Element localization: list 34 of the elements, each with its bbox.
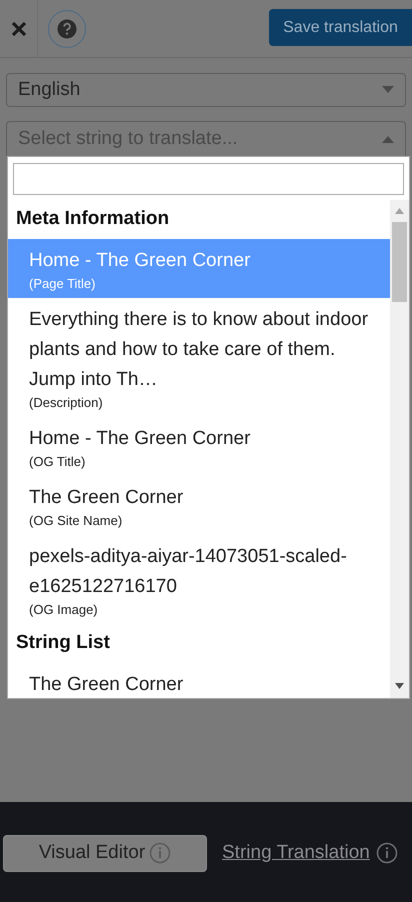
search-field[interactable] <box>13 163 404 195</box>
editor-tab[interactable]: String Translation <box>222 838 398 868</box>
option-text: Home - The Green Corner <box>29 427 252 451</box>
option-text: pexels-aditya-aiyar-14073051-scaled-e1625122716170 <box>29 545 348 599</box>
info-icon <box>376 842 398 864</box>
string-option[interactable]: The Green Corner <box>8 663 390 698</box>
option-type: (OG Image) <box>29 602 99 618</box>
info-icon <box>149 842 172 864</box>
string-option[interactable]: Everything there is to know about indoor plants and how to take care of them. Jump into Th… (Description) <box>8 298 390 417</box>
option-type: (OG Title) <box>29 454 86 470</box>
dropdown-caret-icon <box>382 86 394 94</box>
scroll-down-icon[interactable] <box>395 683 404 689</box>
option-type: (Page Title) <box>29 276 96 292</box>
help-icon <box>57 18 77 38</box>
editor-tab[interactable]: Visual Editor <box>3 834 207 872</box>
string-option[interactable]: The Green Corner (OG Site Name) <box>8 476 390 535</box>
scroll-up-icon[interactable] <box>395 208 404 214</box>
string-option[interactable]: Home - The Green Corner (OG Title) <box>8 417 390 476</box>
option-type: (OG Site Name) <box>29 513 124 529</box>
option-text: The Green Corner <box>29 486 184 510</box>
language-select[interactable]: English <box>6 73 406 107</box>
group-heading: Meta Information <box>15 207 170 232</box>
dropdown-caret-icon <box>382 135 394 143</box>
close-icon <box>10 20 26 36</box>
group-heading: String List <box>15 631 111 656</box>
save-translation-button[interactable]: Save translation <box>269 9 412 46</box>
scroll-thumb[interactable] <box>392 222 407 302</box>
string-option[interactable]: Home - The Green Corner (Page Title) <box>8 239 390 298</box>
option-text: The Green Corner <box>29 673 184 697</box>
help-button[interactable] <box>48 10 86 48</box>
option-type: (Description) <box>29 395 104 411</box>
option-text: Everything there is to know about indoor plants and how to take care of them. Jump into Th… <box>29 308 370 392</box>
string-option[interactable]: pexels-aditya-aiyar-14073051-scaled-e1625122716170 (OG Image) <box>8 535 390 624</box>
option-text: Home - The Green Corner <box>29 249 252 273</box>
